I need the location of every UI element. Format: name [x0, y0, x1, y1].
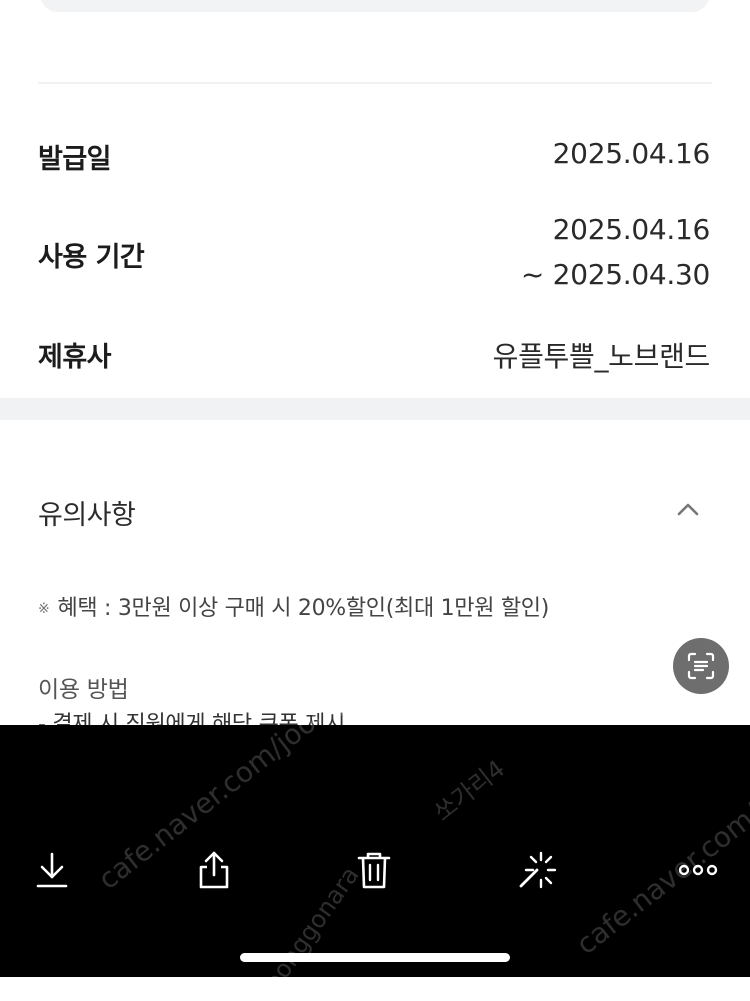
partner-value: 유플투쁠_노브랜드 [492, 340, 711, 373]
section-divider [0, 398, 750, 420]
issue-date-label: 발급일 [38, 144, 112, 175]
magic-edit-icon [519, 851, 557, 889]
home-indicator[interactable] [240, 953, 510, 962]
trash-icon [357, 852, 391, 889]
edit-effects-button[interactable] [515, 848, 559, 892]
download-icon [36, 852, 68, 888]
top-card [40, 0, 710, 12]
usage-period-start: 2025.04.16 [552, 213, 711, 246]
share-button[interactable] [192, 848, 236, 892]
download-button[interactable] [30, 848, 74, 892]
howto-title: 이용 방법 [38, 677, 129, 703]
benefit-description: 혜택 : 3만원 이상 구매 시 20%할인(최대 1만원 할인) [57, 596, 550, 621]
issue-date-value: 2025.04.16 [552, 137, 711, 170]
benefit-text: ※ 혜택 : 3만원 이상 구매 시 20%할인(최대 1만원 할인) [38, 590, 549, 622]
scan-text-button[interactable] [673, 638, 729, 694]
more-icon [678, 864, 718, 876]
divider [38, 82, 712, 84]
share-icon [199, 851, 229, 889]
more-button[interactable] [676, 848, 720, 892]
usage-period-end: ~ 2025.04.30 [520, 258, 710, 291]
usage-period-label: 사용 기간 [38, 242, 145, 273]
scan-text-icon [687, 652, 715, 680]
delete-button[interactable] [352, 848, 396, 892]
chevron-up-icon[interactable] [676, 498, 700, 522]
note-mark: ※ [38, 601, 50, 617]
notice-title[interactable]: 유의사항 [38, 493, 136, 532]
partner-label: 제휴사 [38, 342, 112, 373]
